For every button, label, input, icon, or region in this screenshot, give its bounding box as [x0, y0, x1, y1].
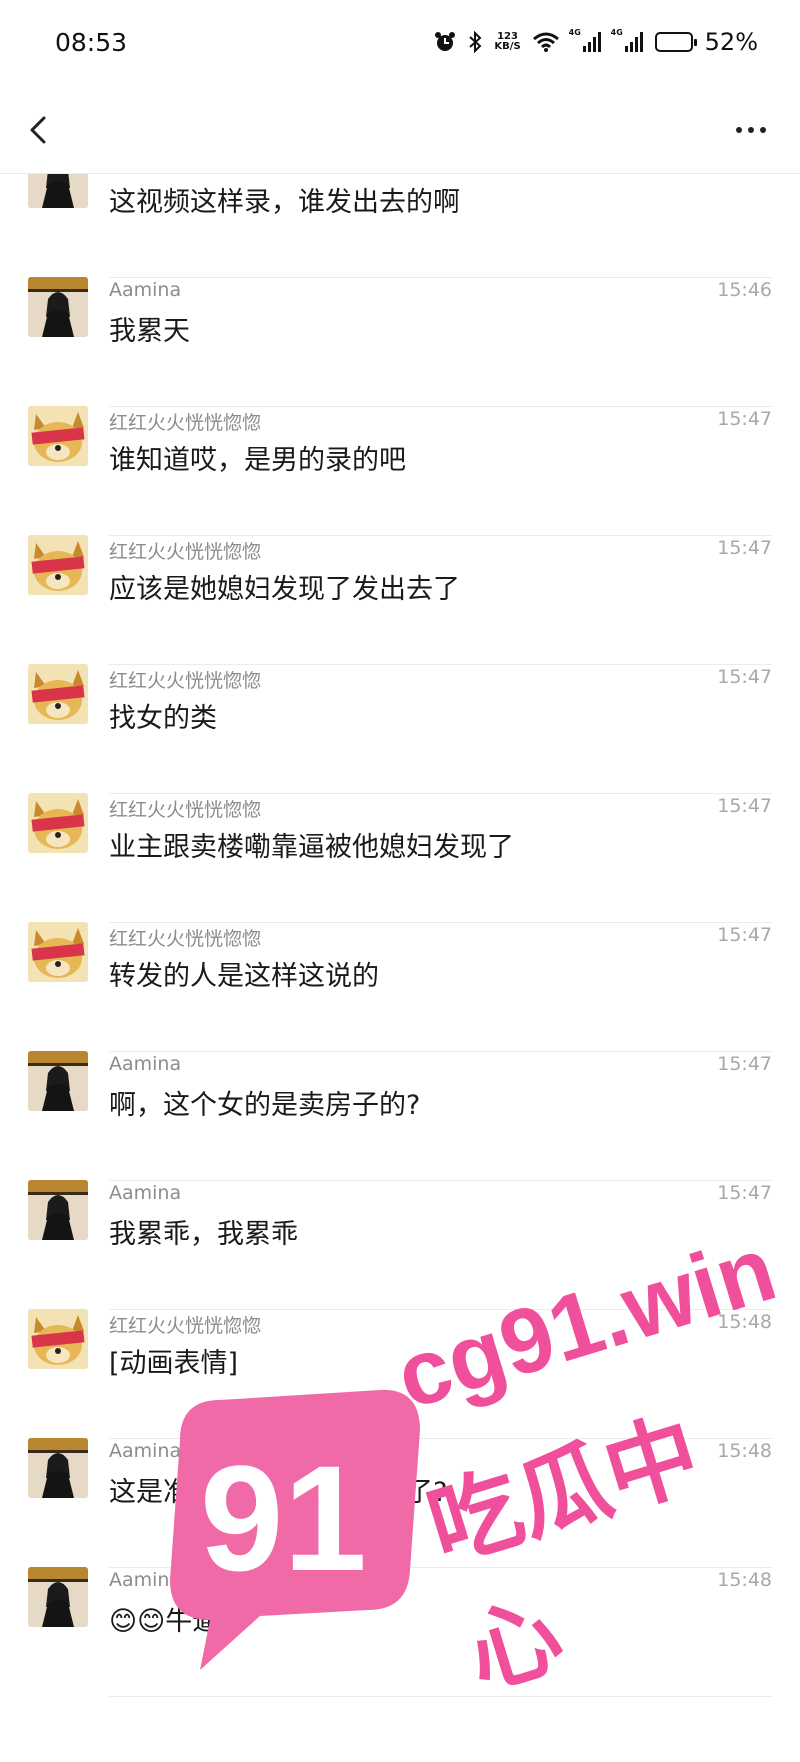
message-text: 找女的类 — [109, 703, 217, 734]
battery-icon — [654, 32, 697, 52]
sender-name: 红红火火恍恍惚惚 — [109, 541, 262, 563]
sender-name: 红红火火恍恍惚惚 — [109, 670, 262, 692]
message-item[interactable]: 红红火火恍恍惚惚 15:47 应该是她媳妇发现了发出去了 — [0, 535, 800, 665]
message-text: 业主跟卖楼嘞靠逼被他媳妇发现了 — [109, 832, 514, 863]
sender-name: Aamina — [109, 279, 182, 301]
status-icons: 123 KB/S 4G 4G 52% — [434, 26, 758, 58]
message-list[interactable]: Aamina15:46这视频这样录，谁发出去的啊Aamina15:46我累天红红… — [0, 174, 800, 1762]
alarm-icon — [434, 31, 456, 53]
more-icon — [736, 127, 742, 133]
avatar[interactable] — [28, 1567, 88, 1627]
message-text: 谁知道哎，是男的录的吧 — [109, 445, 406, 476]
status-bar: 08:53 123 KB/S 4G 4G 52% — [0, 0, 800, 90]
message-time: 15:47 — [717, 795, 772, 817]
avatar[interactable] — [28, 664, 88, 724]
avatar[interactable] — [28, 1051, 88, 1111]
message-item[interactable]: Aamina 15:48 😊😊牛逼 — [0, 1567, 800, 1697]
signal-icon: 4G — [611, 28, 643, 52]
message-text: 这视频这样录，谁发出去的啊 — [109, 187, 460, 218]
battery-percent: 52% — [704, 28, 758, 56]
avatar[interactable] — [28, 1438, 88, 1498]
net-type-2: 4G — [610, 28, 623, 37]
message-time: 15:48 — [717, 1440, 772, 1462]
message-item[interactable]: 红红火火恍恍惚惚 15:47 转发的人是这样这说的 — [0, 922, 800, 1052]
message-item[interactable]: Aamina 15:47 我累乖，我累乖 — [0, 1180, 800, 1310]
sender-name: Aamina — [109, 1569, 182, 1591]
message-item[interactable]: Aamina 15:46 我累天 — [0, 277, 800, 407]
message-item[interactable]: 红红火火恍恍惚惚 15:47 谁知道哎，是男的录的吧 — [0, 406, 800, 536]
sender-name: Aamina — [109, 1182, 182, 1204]
avatar[interactable] — [28, 1180, 88, 1240]
wifi-icon — [532, 32, 559, 52]
sender-name: 红红火火恍恍惚惚 — [109, 1315, 262, 1337]
message-text: 😊😊牛逼 — [109, 1606, 220, 1637]
message-text: 我累乖，我累乖 — [109, 1219, 298, 1250]
message-item[interactable]: 红红火火恍恍惚惚 15:47 业主跟卖楼嘞靠逼被他媳妇发现了 — [0, 793, 800, 923]
message-text: [动画表情] — [109, 1348, 239, 1379]
message-text: 转发的人是这样这说的 — [109, 961, 379, 992]
sender-name: 红红火火恍恍惚惚 — [109, 928, 262, 950]
message-time: 15:48 — [717, 1311, 772, 1333]
message-time: 15:47 — [717, 666, 772, 688]
message-text: 应该是她媳妇发现了发出去了 — [109, 574, 460, 605]
message-time: 15:48 — [717, 1569, 772, 1591]
sender-name: Aamina — [109, 1440, 182, 1462]
avatar[interactable] — [28, 406, 88, 466]
signal-icon: 4G — [569, 28, 601, 52]
message-text: 啊，这个女的是卖房子的? — [109, 1090, 421, 1121]
chat-header — [0, 90, 800, 174]
avatar[interactable] — [28, 1309, 88, 1369]
avatar[interactable] — [28, 174, 88, 208]
message-time: 15:47 — [717, 1053, 772, 1075]
message-item[interactable]: Aamina15:46这视频这样录，谁发出去的啊 — [0, 174, 800, 278]
sender-name: 红红火火恍恍惚惚 — [109, 412, 262, 434]
bluetooth-icon — [468, 31, 482, 53]
avatar[interactable] — [28, 535, 88, 595]
message-item[interactable]: Aamina 15:48 这是准备睡一觉把房子卖了? — [0, 1438, 800, 1568]
message-item[interactable]: 红红火火恍恍惚惚 15:48 [动画表情] — [0, 1309, 800, 1439]
message-item[interactable]: Aamina 15:47 啊，这个女的是卖房子的? — [0, 1051, 800, 1181]
message-time: 15:47 — [717, 408, 772, 430]
status-time: 08:53 — [55, 28, 128, 57]
sender-name: Aamina — [109, 1053, 182, 1075]
message-text: 我累天 — [109, 316, 190, 347]
message-item[interactable]: 红红火火恍恍惚惚 15:47 找女的类 — [0, 664, 800, 794]
net-speed: 123 KB/S — [494, 32, 520, 52]
more-button[interactable] — [726, 108, 776, 152]
divider — [109, 1696, 772, 1697]
avatar[interactable] — [28, 277, 88, 337]
chevron-left-icon — [30, 116, 46, 144]
message-time: 15:47 — [717, 924, 772, 946]
net-speed-unit: KB/S — [494, 41, 521, 52]
net-type-1: 4G — [568, 28, 581, 37]
message-time: 15:47 — [717, 537, 772, 559]
message-time: 15:46 — [717, 279, 772, 301]
message-time: 15:47 — [717, 1182, 772, 1204]
back-button[interactable] — [18, 108, 62, 152]
avatar[interactable] — [28, 793, 88, 853]
sender-name: 红红火火恍恍惚惚 — [109, 799, 262, 821]
avatar[interactable] — [28, 922, 88, 982]
message-text: 这是准备睡一觉把房子卖了? — [109, 1477, 448, 1508]
